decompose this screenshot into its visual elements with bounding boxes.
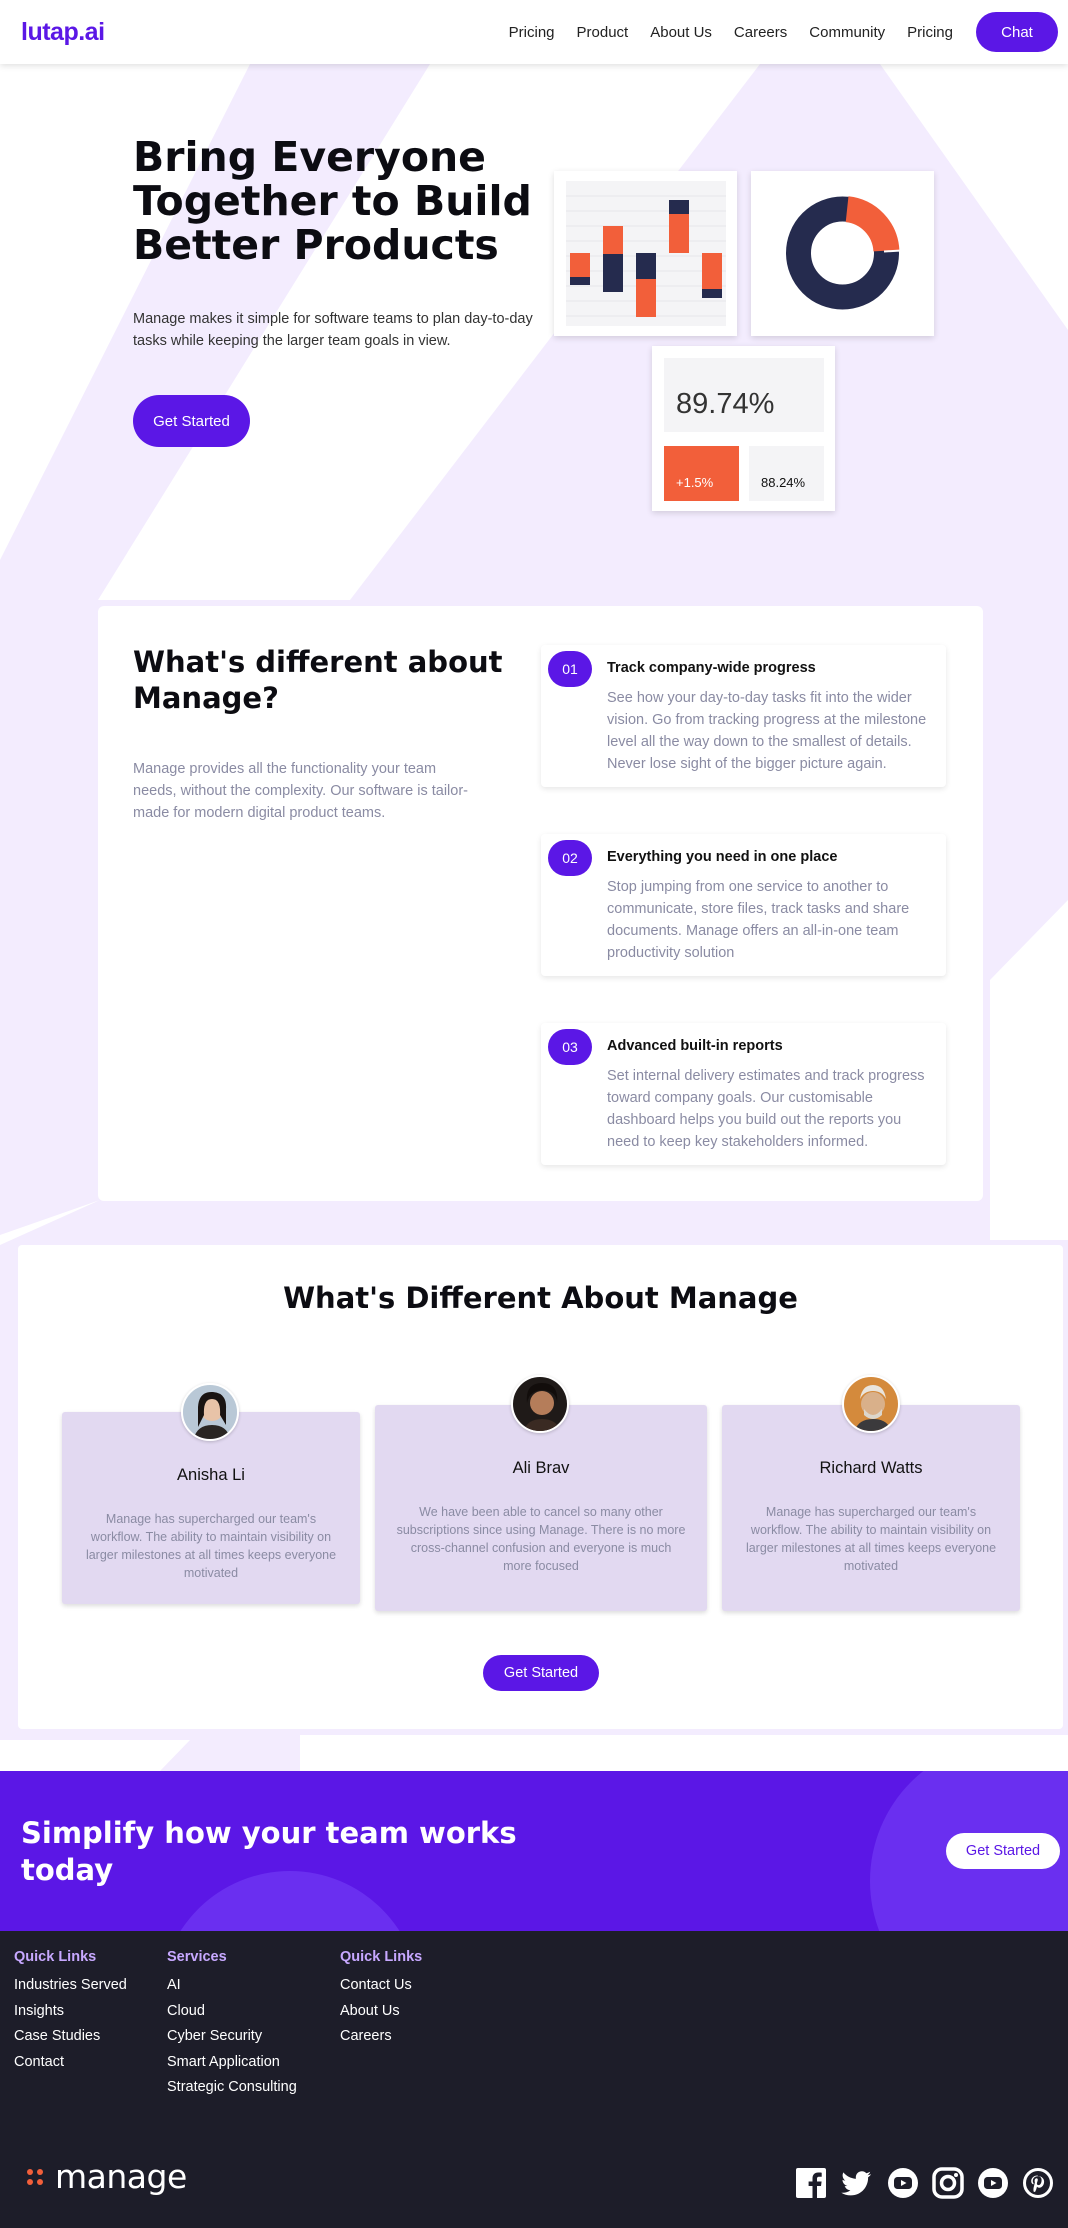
testimonials-get-started-button[interactable]: Get Started <box>483 1655 599 1691</box>
stat-main-value: 89.74% <box>676 388 775 420</box>
feature-description: Stop jumping from one service to another… <box>607 879 910 961</box>
stat-card: 89.74% +1.5% 88.24% <box>652 346 835 511</box>
hero-get-started-button[interactable]: Get Started <box>133 395 250 447</box>
footer-link-cyber-security[interactable]: Cyber Security <box>167 2028 297 2054</box>
hero-subtitle: Manage makes it simple for software team… <box>133 311 533 349</box>
cta-get-started-button[interactable]: Get Started <box>946 1833 1060 1869</box>
avatar-anisha-li <box>181 1383 239 1441</box>
manage-logo-icon <box>27 2167 47 2187</box>
avatar-richard-watts <box>842 1375 900 1433</box>
instagram-icon[interactable] <box>932 2167 964 2199</box>
feature-description: See how your day-to-day tasks fit into t… <box>607 690 927 772</box>
waterfall-chart <box>566 181 726 326</box>
stat-change-value: +1.5% <box>676 475 714 490</box>
stat-secondary-value: 88.24% <box>761 475 806 490</box>
feature-title: Track company-wide progress <box>607 660 816 676</box>
stat-change-box <box>664 446 739 501</box>
footer-link-contact-us[interactable]: Contact Us <box>340 1977 422 2003</box>
footer-heading: Quick Links <box>340 1949 423 1965</box>
donut-chart <box>786 196 902 310</box>
twitter-icon[interactable] <box>840 2167 872 2199</box>
footer-link-strategic-consulting[interactable]: Strategic Consulting <box>167 2079 297 2105</box>
footer-link-cloud[interactable]: Cloud <box>167 2003 297 2029</box>
cta-title: Simplify how your team works today <box>21 1816 517 1887</box>
feature-card-2: 02 Everything you need in one place Stop… <box>541 834 946 976</box>
donut-chart-card <box>751 171 934 336</box>
feature-title: Advanced built-in reports <box>607 1038 783 1054</box>
hero-title: Bring Everyone Together to Build Better … <box>133 133 532 269</box>
feature-number-badge: 02 <box>548 840 592 876</box>
testimonial-quote: We have been able to cancel so many othe… <box>396 1505 686 1573</box>
footer-link-smart-application[interactable]: Smart Application <box>167 2054 297 2080</box>
testimonial-name: Anisha Li <box>177 1466 245 1484</box>
footer-column-quick-links: Quick Links Industries Served Insights C… <box>14 1949 127 2079</box>
footer-heading: Services <box>167 1949 227 1965</box>
feature-description: Set internal delivery estimates and trac… <box>607 1068 925 1150</box>
features-title: What's different about Manage? <box>133 645 503 715</box>
waterfall-chart-card <box>554 171 737 336</box>
feature-card-1: 01 Track company-wide progress See how y… <box>541 645 946 787</box>
pinterest-icon[interactable] <box>1022 2167 1054 2199</box>
footer-logo[interactable]: manage <box>27 2157 187 2196</box>
footer-link-industries-served[interactable]: Industries Served <box>14 1977 127 2003</box>
footer-link-ai[interactable]: AI <box>167 1977 297 2003</box>
feature-title: Everything you need in one place <box>607 849 838 865</box>
brand-logo[interactable]: lutap.ai <box>21 18 105 47</box>
footer-link-insights[interactable]: Insights <box>14 2003 127 2029</box>
footer-logo-text: manage <box>55 2157 187 2196</box>
cta-banner: Simplify how your team works today Get S… <box>0 1771 1068 1931</box>
testimonial-card-3: Richard Watts Manage has supercharged ou… <box>722 1405 1020 1611</box>
testimonials-title: What's Different About Manage <box>283 1281 798 1315</box>
nav-link-about-us[interactable]: About Us <box>639 24 723 41</box>
testimonial-name: Ali Brav <box>512 1459 570 1477</box>
footer-heading: Quick Links <box>14 1949 97 1965</box>
footer-link-careers[interactable]: Careers <box>340 2028 422 2054</box>
facebook-icon[interactable] <box>795 2167 827 2199</box>
feature-number-badge: 03 <box>548 1029 592 1065</box>
nav-link-pricing-2[interactable]: Pricing <box>896 24 964 41</box>
footer-column-quick-links-2: Quick Links Contact Us About Us Careers <box>340 1949 422 2054</box>
nav-link-community[interactable]: Community <box>798 24 896 41</box>
testimonial-name: Richard Watts <box>819 1459 923 1477</box>
nav-link-product[interactable]: Product <box>566 24 640 41</box>
testimonial-quote: Manage has supercharged our team's workf… <box>85 1512 337 1580</box>
top-navbar: lutap.ai Pricing Product About Us Career… <box>0 0 1068 64</box>
feature-number-badge: 01 <box>548 651 592 687</box>
youtube-icon[interactable] <box>887 2167 919 2199</box>
avatar-ali-brav <box>511 1375 569 1433</box>
nav-link-pricing[interactable]: Pricing <box>498 24 566 41</box>
nav-links: Pricing Product About Us Careers Communi… <box>498 12 1058 52</box>
footer: Quick Links Industries Served Insights C… <box>0 1931 1068 2228</box>
testimonial-card-2: Ali Brav We have been able to cancel so … <box>375 1405 707 1611</box>
features-subtitle: Manage provides all the functionality yo… <box>133 761 468 821</box>
testimonial-quote: Manage has supercharged our team's workf… <box>745 1505 997 1573</box>
footer-link-contact[interactable]: Contact <box>14 2054 127 2080</box>
footer-link-case-studies[interactable]: Case Studies <box>14 2028 127 2054</box>
feature-card-3: 03 Advanced built-in reports Set interna… <box>541 1023 946 1165</box>
nav-link-careers[interactable]: Careers <box>723 24 798 41</box>
youtube-icon-2[interactable] <box>977 2167 1009 2199</box>
footer-link-about-us[interactable]: About Us <box>340 2003 422 2029</box>
footer-column-services: Services AI Cloud Cyber Security Smart A… <box>167 1949 297 2105</box>
chat-button[interactable]: Chat <box>976 12 1058 52</box>
